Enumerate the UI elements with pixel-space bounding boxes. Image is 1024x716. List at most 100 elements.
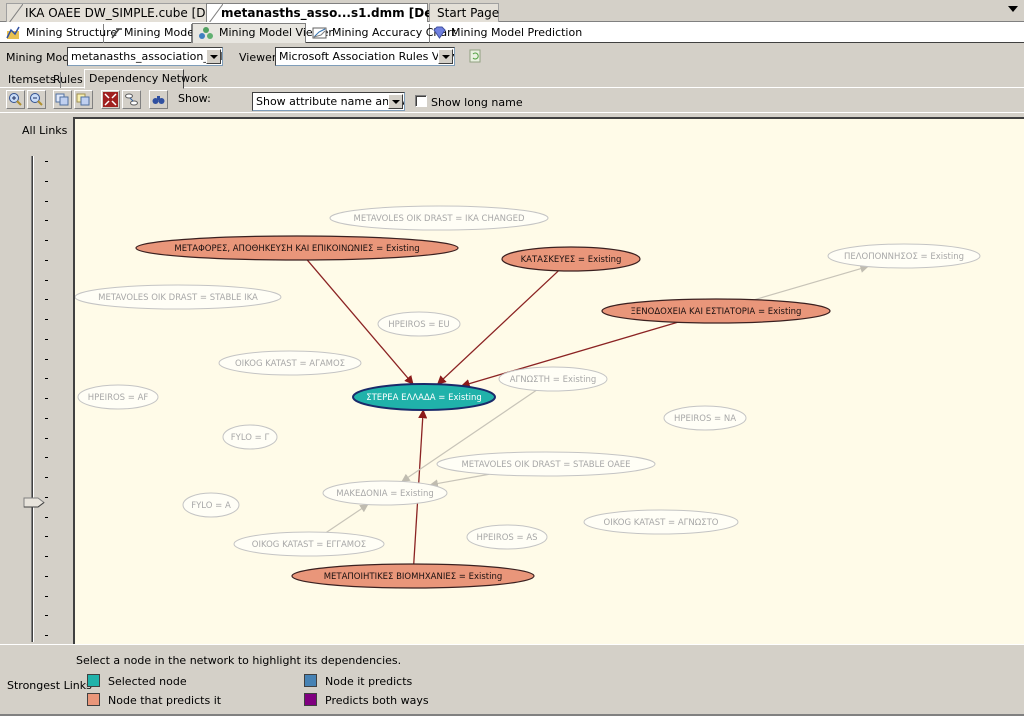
chevron-down-icon[interactable]	[388, 94, 403, 109]
slider-tick	[45, 477, 48, 478]
node-label: FYLO = A	[191, 501, 231, 511]
accuracy-chart-icon	[312, 27, 327, 39]
zoom-out-button[interactable]	[27, 90, 46, 109]
ssas-designer-window: IKA OAEE DW_SIMPLE.cube [Design] metanas…	[0, 0, 1024, 716]
document-tab-bar: IKA OAEE DW_SIMPLE.cube [Design] metanas…	[0, 0, 1024, 23]
node-label: ΠΕΛΟΠΟΝΝΗΣΟΣ = Existing	[844, 252, 964, 262]
zoom-in-button[interactable]	[6, 90, 25, 109]
network-node[interactable]: METAVOLES OIK DRAST = STABLE OAEE	[436, 451, 656, 477]
chevron-down-icon[interactable]	[206, 49, 221, 64]
tab-label: Dependency Network	[89, 72, 208, 85]
node-label: HPEIROS = EU	[388, 320, 450, 330]
network-node[interactable]: METAVOLES OIK DRAST = IKA CHANGED	[329, 205, 549, 231]
legend-title: Strongest Links	[7, 679, 92, 692]
slider-tick	[45, 457, 48, 459]
link-strength-slider-thumb[interactable]	[23, 497, 45, 508]
legend-label-selected-node: Selected node	[108, 675, 187, 688]
dependency-edge	[326, 504, 369, 533]
tab-mining-accuracy-chart[interactable]: Mining Accuracy Chart	[306, 24, 456, 43]
slider-tick	[45, 496, 48, 498]
tab-list-dropdown-icon[interactable]	[1008, 6, 1018, 12]
doc-tab-dmm-design[interactable]: metanasths_asso...s1.dmm [Design]	[206, 3, 466, 23]
doc-tab-cube-design[interactable]: IKA OAEE DW_SIMPLE.cube [Design]	[6, 3, 242, 23]
slider-tick	[45, 516, 48, 518]
network-toolbar: Show: Show attribute name and value Show…	[0, 88, 1024, 113]
mining-model-viewer-icon	[199, 27, 213, 39]
chevron-down-icon[interactable]	[438, 49, 453, 64]
layout-button[interactable]	[122, 90, 141, 109]
network-node[interactable]: HPEIROS = AF	[77, 384, 159, 410]
node-label: METAVOLES OIK DRAST = STABLE IKA	[98, 293, 258, 303]
legend-swatch-predicted	[304, 674, 317, 687]
mining-model-select[interactable]: metanasths_association_rules1	[67, 47, 223, 66]
tab-mining-model-viewer[interactable]: Mining Model Viewer	[192, 23, 333, 43]
network-node[interactable]: METAVOLES OIK DRAST = STABLE IKA	[75, 284, 282, 310]
viewer-select[interactable]: Microsoft Association Rules Viewer	[275, 47, 455, 66]
tab-dependency-network[interactable]: Dependency Network	[84, 69, 208, 89]
network-node[interactable]: OIKOG KATAST = ΕΓΓΑΜΟΣ	[233, 531, 385, 557]
dependency-edge	[429, 473, 490, 488]
slider-tick	[45, 615, 48, 617]
node-label: FYLO = Γ	[231, 433, 270, 443]
legend-swatch-predictor	[87, 693, 100, 706]
network-node[interactable]: FYLO = Γ	[222, 424, 278, 450]
network-node[interactable]: ΞΕΝΟΔΟΧΕΙΑ ΚΑΙ ΕΣΤΙΑΤΟΡΙΑ = Existing	[601, 298, 831, 324]
fit-to-window-button[interactable]	[101, 90, 120, 109]
find-node-button[interactable]	[149, 90, 168, 109]
dependency-network-canvas[interactable]: METAVOLES OIK DRAST = IKA CHANGED ΜΕΤΑΦΟΡ…	[73, 117, 1024, 644]
node-label: OIKOG KATAST = ΕΓΓΑΜΟΣ	[252, 540, 366, 550]
node-label: ΜΕΤΑΦΟΡΕΣ, ΑΠΟΘΗΚΕΥΣΗ ΚΑΙ ΕΠΙΚΟΙΝΩΝΙΕΣ =…	[174, 244, 419, 254]
network-node[interactable]: OIKOG KATAST = ΑΓΝΩΣΤΟ	[583, 509, 739, 535]
network-node[interactable]: HPEIROS = AS	[466, 524, 548, 550]
refresh-icon[interactable]	[468, 49, 482, 63]
copy-graph-view-icon	[55, 93, 69, 106]
slider-label: All Links	[22, 124, 68, 137]
slider-tick	[45, 378, 48, 380]
show-mode-select[interactable]: Show attribute name and value	[252, 92, 405, 111]
show-long-name-checkbox[interactable]	[415, 95, 427, 107]
layout-icon	[125, 93, 138, 106]
network-node[interactable]: ΠΕΛΟΠΟΝΝΗΣΟΣ = Existing	[827, 243, 981, 269]
tab-mining-models[interactable]: Mining Models	[104, 24, 203, 43]
slider-tick	[45, 338, 48, 340]
network-node[interactable]: HPEIROS = EU	[377, 311, 461, 337]
network-node[interactable]: ΚΑΤΑΣΚΕΥΕΣ = Existing	[501, 246, 641, 272]
network-node[interactable]: ΜΕΤΑΦΟΡΕΣ, ΑΠΟΘΗΚΕΥΣΗ ΚΑΙ ΕΠΙΚΟΙΝΩΝΙΕΣ =…	[135, 235, 459, 261]
node-label: ΞΕΝΟΔΟΧΕΙΑ ΚΑΙ ΕΣΤΙΑΤΟΡΙΑ = Existing	[631, 307, 802, 317]
copy-entire-graph-button[interactable]	[74, 90, 93, 109]
link-strength-slider-area: All Links	[0, 116, 73, 644]
slider-tick	[45, 299, 48, 301]
slider-tick	[45, 259, 48, 261]
slider-tick	[45, 220, 48, 222]
show-mode-value: Show attribute name and value	[256, 95, 404, 108]
legend-panel: Select a node in the network to highligh…	[0, 644, 1024, 716]
node-label: HPEIROS = AS	[476, 533, 537, 543]
network-node[interactable]: ΣΤΕΡΕΑ ΕΛΛΑΔΑ = Existing	[352, 383, 496, 411]
slider-tick	[45, 319, 48, 320]
slider-tick	[45, 536, 48, 538]
node-label: HPEIROS = NA	[674, 414, 736, 424]
dependency-edge	[754, 264, 869, 301]
slider-tick	[45, 437, 48, 439]
doc-tab-start-page[interactable]: Start Page	[429, 3, 499, 22]
link-strength-slider-track[interactable]	[31, 156, 34, 642]
dependency-network-graph: METAVOLES OIK DRAST = IKA CHANGED ΜΕΤΑΦΟΡ…	[75, 205, 981, 589]
network-node[interactable]: HPEIROS = NA	[663, 405, 747, 431]
network-node[interactable]: ΜΑΚΕΔΟΝΙΑ = Existing	[322, 480, 448, 506]
mining-model-value: metanasths_association_rules1	[71, 50, 222, 63]
designer-tab-bar: Mining Structure Mining Models Mining Mo…	[0, 22, 1024, 43]
slider-tick	[45, 398, 48, 399]
tab-label: Mining Model Prediction	[451, 26, 583, 39]
tab-rules[interactable]: Rules	[49, 72, 88, 88]
copy-graph-view-button[interactable]	[53, 90, 72, 109]
binoculars-icon	[152, 96, 165, 104]
tab-mining-structure[interactable]: Mining Structure	[0, 24, 117, 43]
network-node[interactable]: ΑΓΝΩΣΤΗ = Existing	[498, 366, 608, 392]
tab-mining-model-prediction[interactable]: Mining Model Prediction	[430, 24, 582, 43]
network-node[interactable]: ΜΕΤΑΠΟΙΗΤΙΚΕΣ ΒΙΟΜΗΧΑΝΙΕΣ = Existing	[291, 563, 535, 589]
legend-label-predictor: Node that predicts it	[108, 694, 222, 707]
network-node[interactable]: OIKOG KATAST = ΑΓΑΜΟΣ	[218, 350, 362, 376]
network-node[interactable]: FYLO = A	[182, 492, 240, 518]
node-label: ΜΕΤΑΠΟΙΗΤΙΚΕΣ ΒΙΟΜΗΧΑΝΙΕΣ = Existing	[324, 572, 503, 582]
node-label: ΚΑΤΑΣΚΕΥΕΣ = Existing	[521, 255, 622, 265]
